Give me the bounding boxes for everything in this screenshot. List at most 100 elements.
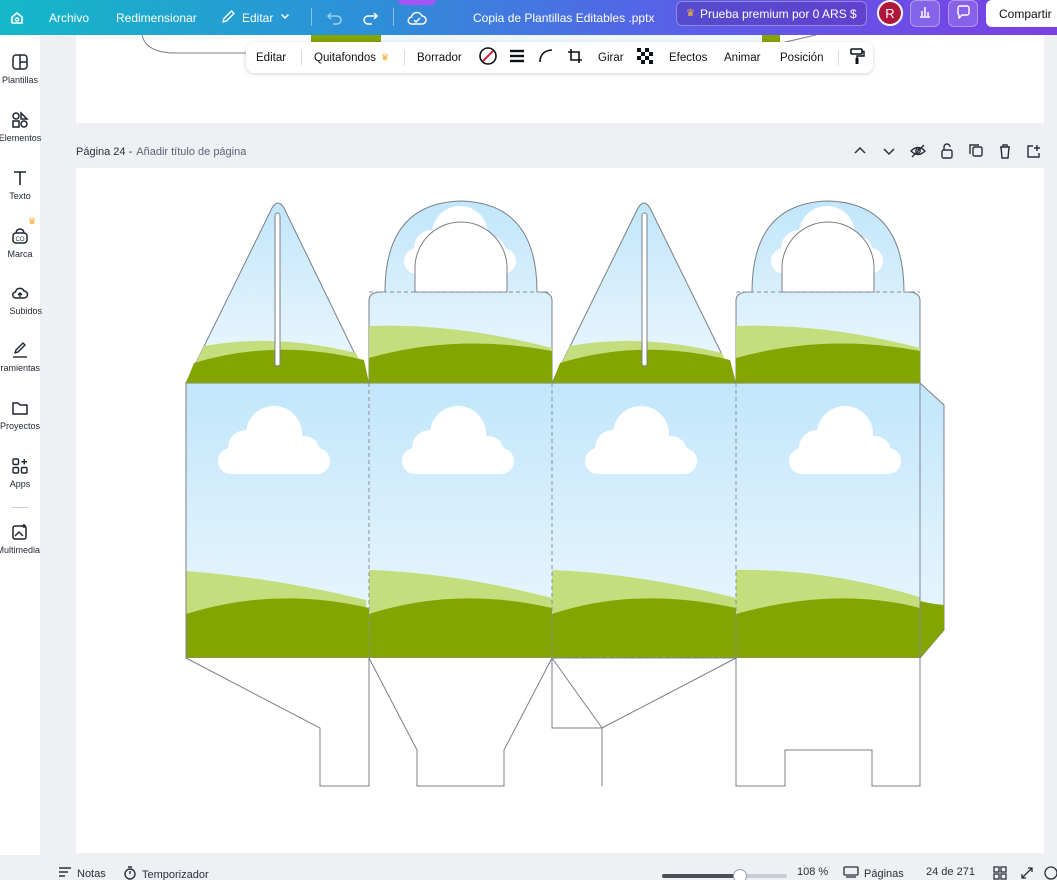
sidebar-item-elementos[interactable]: Elementos bbox=[0, 111, 41, 143]
redo-icon[interactable] bbox=[361, 0, 379, 35]
insights-button[interactable] bbox=[910, 0, 940, 27]
menu-archivo[interactable]: Archivo bbox=[49, 0, 89, 35]
sidebar-item-texto[interactable]: Texto bbox=[0, 169, 40, 201]
share-button[interactable]: Compartir bbox=[986, 0, 1057, 27]
sidebar-item-subidos[interactable]: Subidos bbox=[0, 284, 42, 316]
sidebar-item-label: Texto bbox=[9, 191, 31, 201]
menu-editar-label: Editar bbox=[242, 10, 274, 25]
pencil-icon bbox=[221, 9, 236, 27]
toolbar-efectos-button[interactable]: Efectos bbox=[669, 42, 707, 73]
sidebar-item-label: Subidos bbox=[9, 306, 42, 316]
sidebar-item-label: Multimedia bbox=[0, 545, 40, 555]
page-number-label: Página 24 - bbox=[76, 146, 133, 158]
sidebar-item-marca[interactable]: CO Marca bbox=[0, 227, 40, 259]
toolbar-divider bbox=[301, 50, 302, 65]
corner-rounding-icon bbox=[538, 48, 554, 67]
crown-icon: ♛ bbox=[686, 8, 695, 19]
sidebar-item-label: Marca bbox=[7, 249, 33, 259]
crown-icon: ♛ bbox=[28, 216, 37, 226]
corner-rounding-button[interactable] bbox=[538, 42, 554, 73]
sidebar-item-label: Elementos bbox=[0, 133, 42, 143]
sidebar-item-plantillas[interactable]: Plantillas bbox=[0, 53, 40, 85]
toolbar-quitafondos-label: Quitafondos bbox=[314, 51, 377, 64]
copy-style-button[interactable] bbox=[849, 42, 865, 73]
bottom-flaps bbox=[185, 657, 921, 787]
top-bar: Archivo Redimensionar Editar Copia de Pl… bbox=[0, 0, 1057, 35]
sidebar-item-label: Herramientas bbox=[0, 363, 40, 373]
notes-icon bbox=[58, 866, 72, 880]
toolbar-divider bbox=[838, 50, 839, 65]
page-canvas[interactable] bbox=[76, 168, 1044, 853]
undo-icon[interactable] bbox=[326, 0, 344, 35]
crop-icon bbox=[567, 48, 583, 67]
page-title-input[interactable]: Añadir título de página bbox=[136, 146, 246, 158]
trash-icon[interactable] bbox=[995, 142, 1015, 160]
toolbar-quitafondos-button[interactable]: Quitafondos ♛ bbox=[314, 42, 389, 73]
brand-icon: CO bbox=[12, 228, 28, 244]
chevron-down-icon[interactable] bbox=[879, 142, 899, 160]
comment-icon bbox=[956, 5, 971, 22]
transparency-checker-icon bbox=[637, 48, 653, 67]
sidebar-item-label: Proyectos bbox=[0, 421, 40, 431]
border-color-button[interactable] bbox=[479, 42, 497, 73]
media-icon bbox=[12, 524, 27, 540]
triangle-flap-1 bbox=[185, 202, 370, 384]
toolbar-borrador-button[interactable]: Borrador bbox=[417, 42, 462, 73]
toolbar-divider bbox=[311, 8, 312, 26]
toolbar-posicion-button[interactable]: Posición bbox=[780, 42, 823, 73]
page-counter: 24 de 271 bbox=[926, 866, 975, 878]
lock-icon[interactable] bbox=[937, 142, 957, 160]
sidebar-item-proyectos[interactable]: Proyectos bbox=[0, 399, 40, 431]
notes-button[interactable]: Notas bbox=[58, 866, 106, 880]
timer-label: Temporizador bbox=[142, 868, 209, 880]
status-bar: Notas Temporizador 108 % Páginas 24 de 2… bbox=[0, 862, 1057, 880]
zoom-level[interactable]: 108 % bbox=[797, 866, 828, 878]
timer-icon bbox=[123, 866, 137, 880]
crop-button[interactable] bbox=[567, 42, 583, 73]
zoom-slider[interactable] bbox=[662, 869, 787, 880]
comments-button[interactable] bbox=[948, 0, 978, 27]
premium-trial-label: Prueba premium por 0 ARS $ bbox=[699, 6, 857, 21]
toolbar-animar-button[interactable]: Animar bbox=[724, 42, 760, 73]
bar-chart-icon bbox=[918, 5, 932, 22]
page-header: Página 24 - Añadir título de página bbox=[76, 140, 1044, 164]
upload-icon bbox=[12, 287, 29, 299]
crown-icon: ♛ bbox=[381, 52, 390, 62]
no-color-swatch-icon bbox=[479, 47, 497, 68]
paint-roller-icon bbox=[849, 47, 865, 68]
border-style-button[interactable] bbox=[509, 42, 525, 73]
draw-icon bbox=[13, 342, 27, 358]
duplicate-page-icon[interactable] bbox=[966, 142, 986, 160]
sidebar-item-herramientas[interactable]: Herramientas bbox=[0, 341, 40, 373]
handle-flap-2 bbox=[735, 200, 921, 384]
grid-view-icon[interactable] bbox=[993, 866, 1007, 880]
add-page-icon[interactable] bbox=[1024, 142, 1044, 160]
cloud-saved-icon[interactable] bbox=[407, 0, 427, 35]
zoom-slider-handle[interactable] bbox=[732, 869, 747, 880]
triangle-flap-2 bbox=[551, 202, 737, 384]
toolbar-editar-button[interactable]: Editar bbox=[256, 42, 286, 73]
sidebar-item-multimedia[interactable]: Multimedia bbox=[0, 523, 40, 555]
chevron-down-icon bbox=[279, 10, 291, 25]
premium-trial-button[interactable]: ♛ Prueba premium por 0 ARS $ bbox=[676, 1, 867, 26]
avatar[interactable]: R bbox=[877, 0, 903, 26]
pages-button[interactable]: Páginas bbox=[843, 866, 904, 880]
menu-editar[interactable]: Editar bbox=[221, 0, 291, 35]
templates-icon bbox=[12, 54, 28, 70]
document-title[interactable]: Copia de Plantillas Editables .pptx bbox=[473, 0, 654, 35]
gift-box-template-artwork[interactable] bbox=[76, 168, 1044, 853]
text-icon bbox=[14, 171, 26, 185]
folder-icon bbox=[12, 402, 28, 415]
box-side-panels bbox=[185, 382, 945, 659]
help-icon[interactable] bbox=[1044, 866, 1057, 880]
transparency-button[interactable] bbox=[637, 42, 653, 73]
hide-page-icon[interactable] bbox=[908, 142, 928, 160]
fullscreen-icon[interactable] bbox=[1020, 866, 1034, 880]
home-icon[interactable] bbox=[6, 0, 28, 35]
menu-redimensionar[interactable]: Redimensionar bbox=[116, 0, 197, 35]
toolbar-girar-button[interactable]: Girar bbox=[598, 42, 624, 73]
timer-button[interactable]: Temporizador bbox=[123, 866, 209, 880]
sidebar-item-apps[interactable]: Apps bbox=[0, 457, 40, 489]
apps-icon bbox=[12, 458, 28, 474]
chevron-up-icon[interactable] bbox=[850, 142, 870, 160]
